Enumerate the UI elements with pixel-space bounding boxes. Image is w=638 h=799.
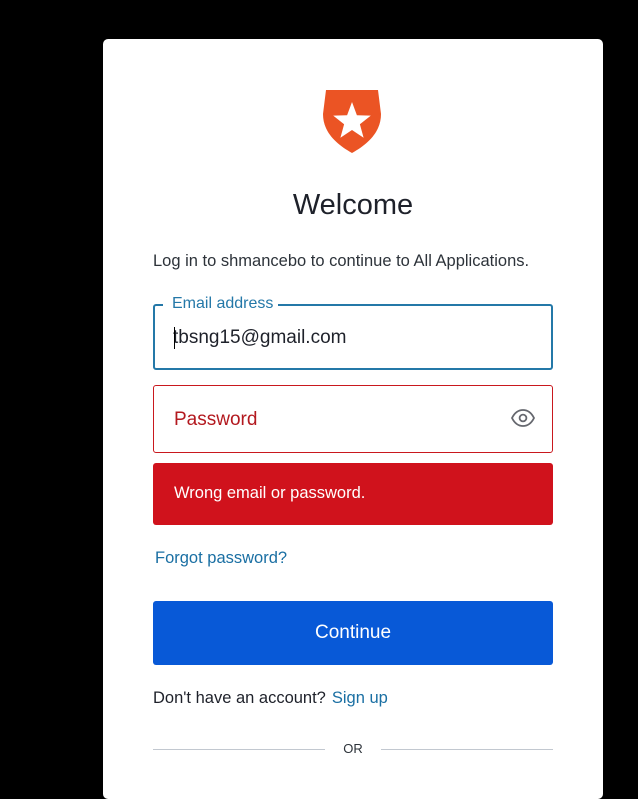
eye-icon	[510, 408, 536, 427]
divider-line-right	[381, 749, 553, 750]
divider-text: OR	[343, 741, 363, 756]
divider-line-left	[153, 749, 325, 750]
auth0-logo-icon	[323, 90, 381, 153]
signup-link[interactable]: Sign up	[332, 689, 388, 707]
password-field[interactable]	[153, 385, 553, 453]
email-label: Email address	[163, 295, 279, 313]
error-message: Wrong email or password.	[153, 463, 553, 525]
email-field[interactable]: Email address	[153, 295, 553, 370]
continue-button[interactable]: Continue	[153, 601, 553, 665]
page-title: Welcome	[292, 189, 414, 221]
login-subtitle: Log in to shmancebo to continue to All A…	[153, 252, 530, 270]
text-cursor	[174, 327, 175, 349]
show-password-button[interactable]	[510, 407, 536, 431]
signup-prompt: Don't have an account?	[153, 689, 326, 707]
password-input[interactable]	[174, 408, 494, 432]
login-card: Welcome Log in to shmancebo to continue …	[103, 39, 603, 799]
forgot-password-link[interactable]: Forgot password?	[155, 549, 287, 568]
email-input[interactable]	[173, 326, 533, 350]
signup-row: Don't have an account? Sign up	[153, 689, 388, 708]
